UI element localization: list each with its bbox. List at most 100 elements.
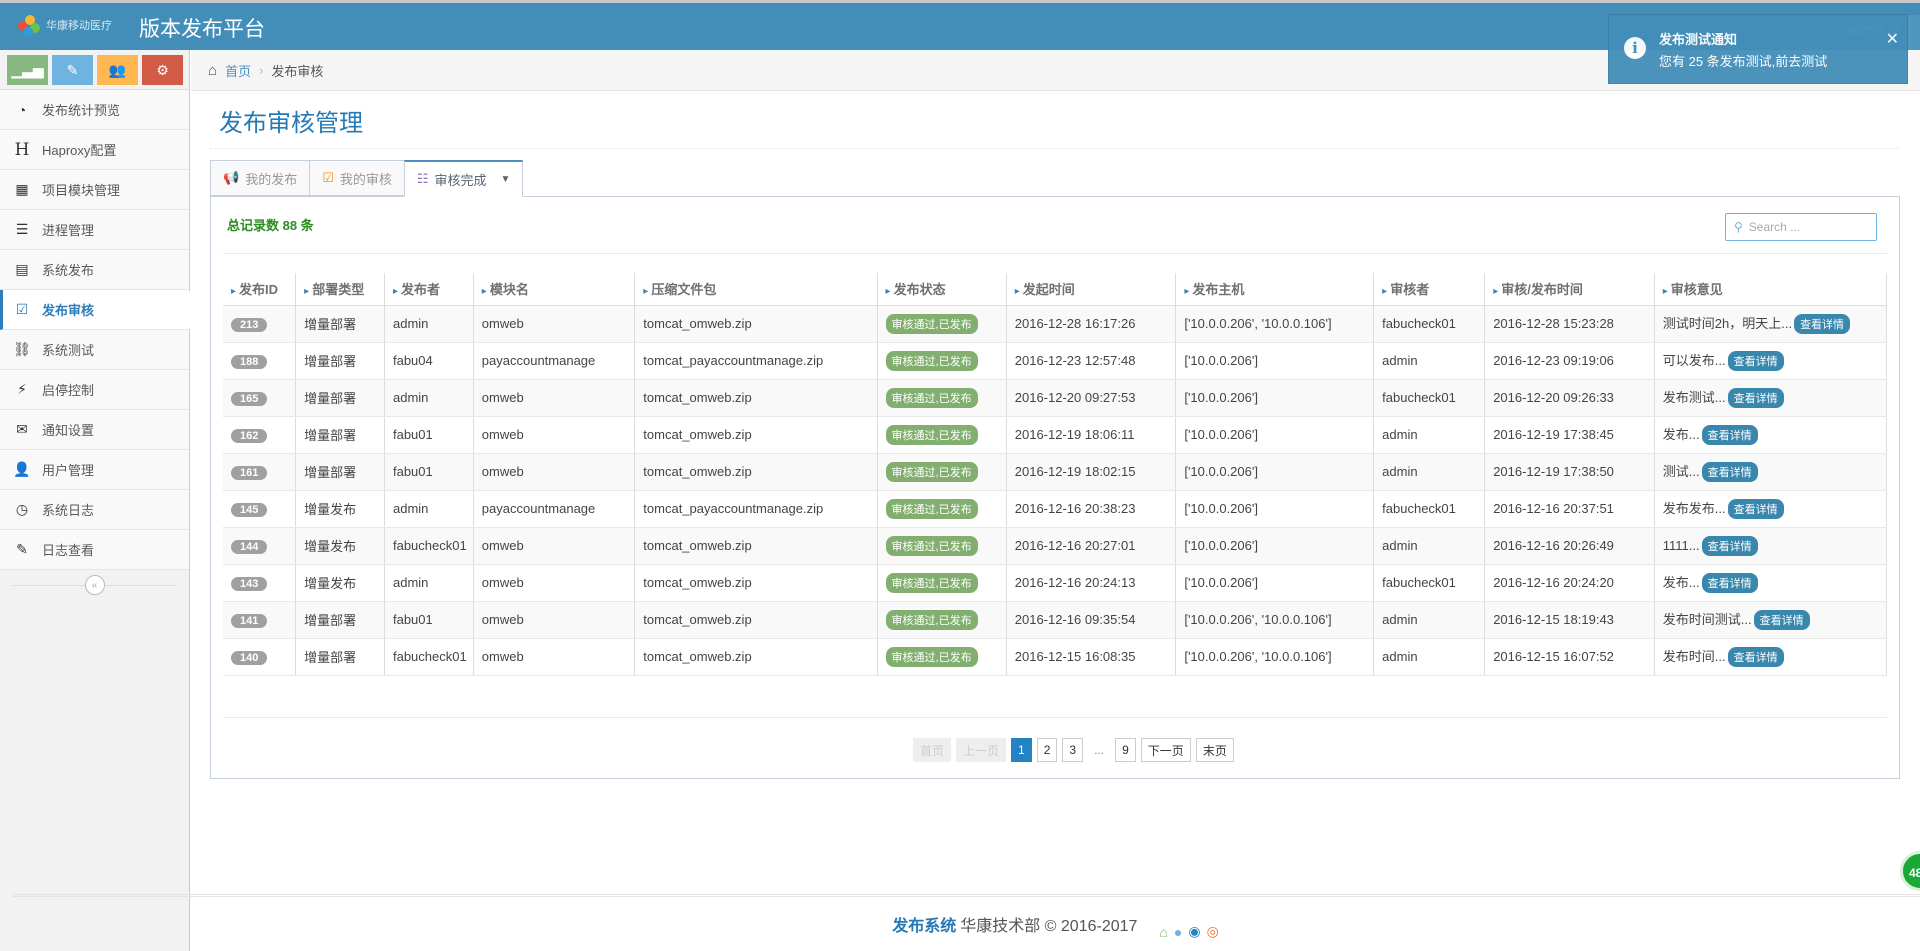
shortcut-edit-button[interactable]: ✎: [52, 55, 93, 85]
cell-text: 2016-12-28 15:23:28: [1493, 316, 1614, 331]
sidebar-item[interactable]: ✎ 日志查看: [0, 530, 189, 570]
column-header[interactable]: 发布状态: [877, 273, 1007, 306]
cell-text: fabu04: [392, 353, 433, 368]
view-detail-button[interactable]: 查看详情: [1727, 388, 1784, 408]
page-link[interactable]: 1: [1011, 738, 1032, 762]
qq-icon[interactable]: ●: [1174, 924, 1182, 940]
table-cell: 增量部署: [295, 453, 385, 491]
cell-text: payaccountmanage: [481, 501, 596, 516]
column-header[interactable]: 审核者: [1373, 273, 1486, 306]
view-detail-button[interactable]: 查看详情: [1727, 647, 1784, 667]
caret-down-icon[interactable]: ▼: [501, 174, 511, 185]
title-divider: [210, 148, 1900, 149]
sidebar-item[interactable]: ◷ 系统日志: [0, 490, 189, 530]
review-comment: 发布发布...: [1662, 501, 1726, 516]
bolt-icon: ⚡: [17, 381, 27, 397]
close-icon[interactable]: ✕: [1886, 29, 1899, 49]
table-row: 213 增量部署 admin omweb tomcat_omweb.zip 审核通过,已发…: [223, 305, 1888, 343]
cell-text: admin: [1382, 649, 1418, 664]
table-cell: 测试时间2h，明天上... 查看详情: [1654, 305, 1888, 343]
column-header[interactable]: 发布者: [384, 273, 474, 306]
tab-review-completed[interactable]: ☷ 审核完成 ▼: [403, 160, 524, 197]
page-link[interactable]: 首页: [913, 738, 952, 762]
page-link[interactable]: 下一页: [1140, 738, 1191, 762]
view-detail-button[interactable]: 查看详情: [1727, 499, 1784, 519]
cell-text: 增量部署: [304, 354, 357, 369]
tab-my-reviews[interactable]: ☑ 我的审核: [309, 160, 405, 196]
table-cell: fabu01: [384, 416, 474, 454]
page-link[interactable]: 3: [1062, 738, 1084, 762]
table-cell: ['10.0.0.206', '10.0.0.106']: [1175, 638, 1375, 676]
group-icon: 👥: [108, 61, 127, 78]
status-badge: 审核通过,已发布: [885, 461, 978, 482]
view-detail-button[interactable]: 查看详情: [1701, 462, 1758, 482]
notification-body[interactable]: 您有 25 条发布测试,前去测试: [1659, 51, 1907, 70]
server-icon: ☰: [15, 221, 29, 237]
view-detail-button[interactable]: 查看详情: [1753, 610, 1810, 630]
table-row: 144 增量发布 fabucheck01 omweb tomcat_omweb.zip 审…: [223, 527, 1888, 565]
cell-text: omweb: [481, 649, 524, 664]
sidebar-collapse[interactable]: «: [0, 570, 189, 600]
search-icon: ⚲: [1734, 220, 1743, 234]
floating-badge[interactable]: 48: [1900, 851, 1920, 891]
column-header[interactable]: 发布ID: [223, 273, 297, 306]
cell-text: ['10.0.0.206']: [1184, 390, 1258, 405]
table-cell: 审核通过,已发布: [877, 564, 1007, 602]
sidebar-item[interactable]: ☰ 进程管理: [0, 210, 189, 250]
search-placeholder: Search ...: [1748, 220, 1801, 234]
sidebar-nav: ◔ 发布统计预览 H Haproxy配置 ▦ 项目模块管理 ☰ 进程管理 ▤ 系统发布 ☑ 发布审核 ⛓…: [0, 90, 197, 570]
view-detail-button[interactable]: 查看详情: [1794, 314, 1851, 334]
weibo-icon[interactable]: ◎: [1207, 923, 1219, 940]
cell-text: 增量部署: [304, 317, 357, 332]
sidebar-item[interactable]: ⚡ 启停控制: [0, 370, 189, 410]
breadcrumb-home-link[interactable]: 首页: [225, 61, 251, 80]
column-header[interactable]: 压缩文件包: [634, 273, 878, 306]
sidebar-item[interactable]: ▦ 项目模块管理: [0, 170, 189, 210]
page-link[interactable]: 9: [1115, 738, 1136, 762]
shortcut-stats-button[interactable]: ▁▃▅: [7, 55, 48, 85]
cogs-icon: ⚙: [156, 61, 169, 78]
double-chevron-left-icon: «: [84, 575, 105, 595]
table-cell: 增量发布: [295, 564, 385, 602]
page-link[interactable]: 上一页: [956, 738, 1007, 762]
logo-text: 华康移动医疗: [46, 19, 112, 32]
sidebar-item[interactable]: ✉ 通知设置: [0, 410, 189, 450]
shortcut-settings-button[interactable]: ⚙: [142, 55, 183, 85]
sidebar-item[interactable]: H Haproxy配置: [0, 130, 189, 170]
page-link[interactable]: 2: [1036, 738, 1058, 762]
column-header[interactable]: 审核/发布时间: [1484, 273, 1655, 306]
column-header[interactable]: 模块名: [473, 273, 636, 306]
table-cell: payaccountmanage: [473, 490, 636, 528]
table-cell: payaccountmanage: [473, 342, 636, 380]
sidebar-item[interactable]: ▤ 系统发布: [0, 250, 189, 290]
shortcut-users-button[interactable]: 👥: [97, 55, 138, 85]
search-input[interactable]: ⚲ Search ...: [1725, 213, 1877, 241]
column-header[interactable]: 发起时间: [1006, 273, 1177, 306]
wechat-icon[interactable]: ◉: [1188, 923, 1200, 940]
table-cell: 2016-12-15 18:19:43: [1484, 601, 1655, 639]
column-header[interactable]: 审核意见: [1654, 273, 1888, 306]
tab-my-releases[interactable]: 📢 我的发布: [210, 160, 311, 196]
column-header[interactable]: 发布主机: [1175, 273, 1375, 306]
sidebar-item[interactable]: ⛓ 系统测试: [0, 330, 189, 370]
sidebar-item[interactable]: 👤 用户管理: [0, 450, 189, 490]
h-letter-icon: H: [14, 139, 30, 160]
page-link[interactable]: 末页: [1195, 738, 1234, 762]
table-cell: admin: [1373, 416, 1486, 454]
sidebar-item-label: 系统发布: [42, 263, 95, 278]
cell-text: fabucheck01: [1382, 575, 1456, 590]
home-icon[interactable]: ⌂: [1159, 924, 1167, 940]
column-header[interactable]: 部署类型: [295, 273, 385, 306]
view-detail-button[interactable]: 查看详情: [1727, 351, 1784, 371]
cell-text: omweb: [481, 390, 524, 405]
release-id-badge: 162: [231, 428, 268, 443]
view-detail-button[interactable]: 查看详情: [1701, 425, 1758, 445]
table-cell: admin: [1373, 342, 1486, 380]
view-detail-button[interactable]: 查看详情: [1701, 535, 1758, 556]
tab-bar: 📢 我的发布 ☑ 我的审核 ☷ 审核完成 ▼: [210, 160, 524, 197]
sidebar-item[interactable]: ◔ 发布统计预览: [0, 90, 189, 130]
sidebar-item[interactable]: ☑ 发布审核: [0, 290, 197, 330]
view-detail-button[interactable]: 查看详情: [1701, 573, 1758, 593]
cell-text: fabu01: [392, 427, 433, 442]
cell-text: fabucheck01: [392, 538, 467, 553]
